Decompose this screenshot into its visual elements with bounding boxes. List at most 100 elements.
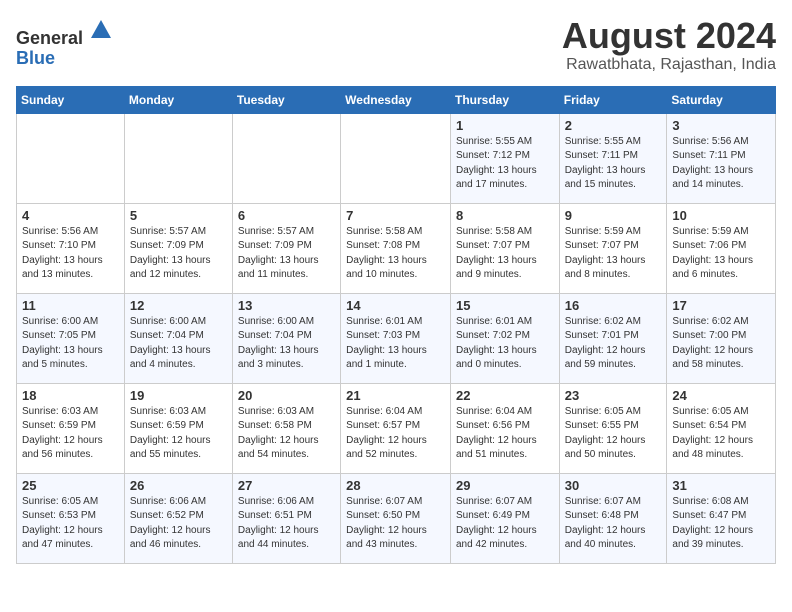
day-info: Sunrise: 5:57 AMSunset: 7:09 PMDaylight:… [130,225,227,283]
calendar-cell: 15 Sunrise: 6:01 AMSunset: 7:02 PMDayligh… [450,293,559,383]
day-number: 5 [130,208,227,223]
day-number: 19 [130,388,227,403]
day-info: Sunrise: 6:07 AMSunset: 6:50 PMDaylight:… [346,495,445,553]
day-number: 4 [22,208,119,223]
day-number: 30 [565,478,662,493]
calendar-cell [341,113,451,203]
calendar-cell: 29Sunrise: 6:07 AMSunset: 6:49 PMDayligh… [450,473,559,563]
day-info: Sunrise: 6:02 AMSunset: 7:01 PMDaylight:… [565,315,662,373]
calendar-week-1: 1 Sunrise: 5:55 AMSunset: 7:12 PMDaylight… [17,113,776,203]
weekday-header-wednesday: Wednesday [341,86,451,113]
logo-blue-text: Blue [16,49,115,69]
day-info: Sunrise: 5:58 AMSunset: 7:08 PMDaylight:… [346,225,445,283]
day-info: Sunrise: 5:59 AMSunset: 7:06 PMDaylight:… [672,225,770,283]
day-number: 6 [238,208,335,223]
day-info: Sunrise: 6:03 AMSunset: 6:59 PMDaylight:… [22,405,119,463]
calendar-cell: 3 Sunrise: 5:56 AMSunset: 7:11 PMDaylight… [667,113,776,203]
logo-icon [87,16,115,44]
day-info: Sunrise: 6:01 AMSunset: 7:02 PMDaylight:… [456,315,554,373]
calendar-cell: 23Sunrise: 6:05 AMSunset: 6:55 PMDayligh… [559,383,667,473]
day-number: 16 [565,298,662,313]
calendar-cell: 24 Sunrise: 6:05 AMSunset: 6:54 PMDayligh… [667,383,776,473]
calendar-cell: 16 Sunrise: 6:02 AMSunset: 7:01 PMDayligh… [559,293,667,383]
day-number: 27 [238,478,335,493]
day-info: Sunrise: 6:02 AMSunset: 7:00 PMDaylight:… [672,315,770,373]
day-number: 28 [346,478,445,493]
calendar-cell [124,113,232,203]
day-info: Sunrise: 5:56 AMSunset: 7:11 PMDaylight:… [672,135,770,193]
weekday-header-friday: Friday [559,86,667,113]
calendar-cell: 21 Sunrise: 6:04 AMSunset: 6:57 PMDayligh… [341,383,451,473]
weekday-header-saturday: Saturday [667,86,776,113]
day-info: Sunrise: 5:55 AMSunset: 7:12 PMDaylight:… [456,135,554,193]
calendar-cell: 5 Sunrise: 5:57 AMSunset: 7:09 PMDaylight… [124,203,232,293]
calendar-cell: 4 Sunrise: 5:56 AMSunset: 7:10 PMDaylight… [17,203,125,293]
day-number: 1 [456,118,554,133]
day-info: Sunrise: 6:05 AMSunset: 6:54 PMDaylight:… [672,405,770,463]
day-number: 11 [22,298,119,313]
day-info: Sunrise: 5:59 AMSunset: 7:07 PMDaylight:… [565,225,662,283]
location: Rawatbhata, Rajasthan, India [562,56,776,74]
day-number: 17 [672,298,770,313]
day-number: 9 [565,208,662,223]
calendar-week-5: 25Sunrise: 6:05 AMSunset: 6:53 PMDayligh… [17,473,776,563]
day-number: 8 [456,208,554,223]
calendar-week-4: 18 Sunrise: 6:03 AMSunset: 6:59 PMDayligh… [17,383,776,473]
day-info: Sunrise: 5:55 AMSunset: 7:11 PMDaylight:… [565,135,662,193]
day-number: 15 [456,298,554,313]
weekday-header-row: SundayMondayTuesdayWednesdayThursdayFrid… [17,86,776,113]
calendar-cell: 28 Sunrise: 6:07 AMSunset: 6:50 PMDayligh… [341,473,451,563]
calendar-week-3: 11Sunrise: 6:00 AMSunset: 7:05 PMDayligh… [17,293,776,383]
day-info: Sunrise: 6:00 AMSunset: 7:04 PMDaylight:… [238,315,335,373]
calendar-cell: 13 Sunrise: 6:00 AMSunset: 7:04 PMDayligh… [232,293,340,383]
day-number: 2 [565,118,662,133]
day-number: 20 [238,388,335,403]
day-number: 22 [456,388,554,403]
day-number: 18 [22,388,119,403]
day-number: 3 [672,118,770,133]
day-number: 24 [672,388,770,403]
calendar-cell: 8 Sunrise: 5:58 AMSunset: 7:07 PMDaylight… [450,203,559,293]
day-number: 26 [130,478,227,493]
day-info: Sunrise: 6:04 AMSunset: 6:57 PMDaylight:… [346,405,445,463]
calendar-cell: 18 Sunrise: 6:03 AMSunset: 6:59 PMDayligh… [17,383,125,473]
calendar-cell: 14Sunrise: 6:01 AMSunset: 7:03 PMDayligh… [341,293,451,383]
day-info: Sunrise: 6:04 AMSunset: 6:56 PMDaylight:… [456,405,554,463]
day-info: Sunrise: 6:07 AMSunset: 6:48 PMDaylight:… [565,495,662,553]
calendar-cell: 2 Sunrise: 5:55 AMSunset: 7:11 PMDaylight… [559,113,667,203]
calendar-cell: 31 Sunrise: 6:08 AMSunset: 6:47 PMDayligh… [667,473,776,563]
calendar-table: SundayMondayTuesdayWednesdayThursdayFrid… [16,86,776,564]
calendar-cell: 25Sunrise: 6:05 AMSunset: 6:53 PMDayligh… [17,473,125,563]
calendar-cell: 19Sunrise: 6:03 AMSunset: 6:59 PMDayligh… [124,383,232,473]
day-number: 21 [346,388,445,403]
day-info: Sunrise: 6:06 AMSunset: 6:51 PMDaylight:… [238,495,335,553]
day-info: Sunrise: 5:56 AMSunset: 7:10 PMDaylight:… [22,225,119,283]
title-block: August 2024 Rawatbhata, Rajasthan, India [562,16,776,74]
calendar-cell: 17 Sunrise: 6:02 AMSunset: 7:00 PMDayligh… [667,293,776,383]
logo-general-text: General [16,28,83,48]
weekday-header-monday: Monday [124,86,232,113]
calendar-cell: 10Sunrise: 5:59 AMSunset: 7:06 PMDayligh… [667,203,776,293]
calendar-cell: 20 Sunrise: 6:03 AMSunset: 6:58 PMDayligh… [232,383,340,473]
day-info: Sunrise: 6:03 AMSunset: 6:58 PMDaylight:… [238,405,335,463]
weekday-header-tuesday: Tuesday [232,86,340,113]
day-number: 7 [346,208,445,223]
calendar-cell: 9 Sunrise: 5:59 AMSunset: 7:07 PMDaylight… [559,203,667,293]
calendar-cell: 12 Sunrise: 6:00 AMSunset: 7:04 PMDayligh… [124,293,232,383]
weekday-header-thursday: Thursday [450,86,559,113]
day-info: Sunrise: 6:08 AMSunset: 6:47 PMDaylight:… [672,495,770,553]
day-number: 31 [672,478,770,493]
calendar-cell: 11Sunrise: 6:00 AMSunset: 7:05 PMDayligh… [17,293,125,383]
day-info: Sunrise: 6:05 AMSunset: 6:55 PMDaylight:… [565,405,662,463]
day-info: Sunrise: 5:57 AMSunset: 7:09 PMDaylight:… [238,225,335,283]
calendar-cell [232,113,340,203]
day-info: Sunrise: 5:58 AMSunset: 7:07 PMDaylight:… [456,225,554,283]
day-info: Sunrise: 6:00 AMSunset: 7:04 PMDaylight:… [130,315,227,373]
calendar-cell [17,113,125,203]
calendar-cell: 7 Sunrise: 5:58 AMSunset: 7:08 PMDaylight… [341,203,451,293]
day-number: 25 [22,478,119,493]
day-info: Sunrise: 6:01 AMSunset: 7:03 PMDaylight:… [346,315,445,373]
calendar-cell: 30 Sunrise: 6:07 AMSunset: 6:48 PMDayligh… [559,473,667,563]
day-number: 13 [238,298,335,313]
day-number: 12 [130,298,227,313]
